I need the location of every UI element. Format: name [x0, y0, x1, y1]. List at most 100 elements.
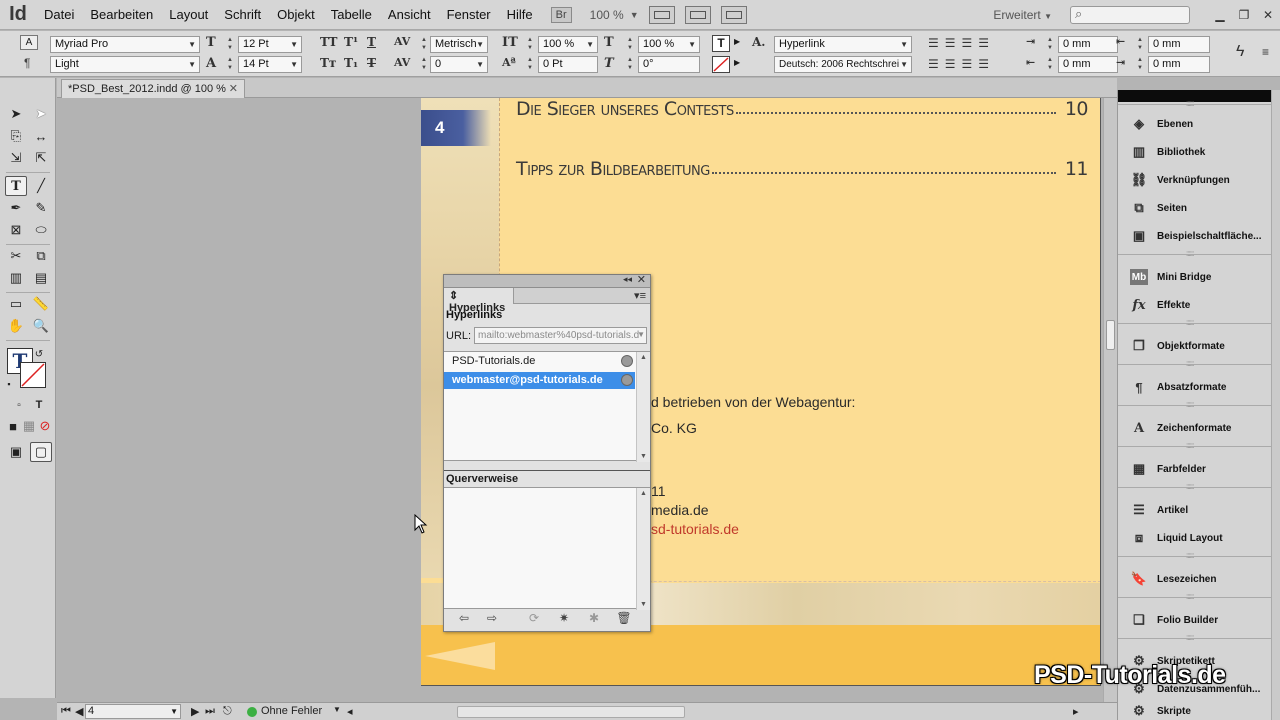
panel-absatzformate[interactable]: ¶ Absatzformate	[1118, 374, 1271, 400]
left-indent-stepper[interactable]: ▲ ▼	[1046, 36, 1054, 53]
vertical-scroll-thumb[interactable]	[1106, 320, 1115, 350]
panel-effekte[interactable]: fx Effekte	[1118, 292, 1271, 318]
panel-artikel[interactable]: ☰ Artikel	[1118, 497, 1271, 523]
panel-liquid-layout[interactable]: ⧈ Liquid Layout	[1118, 525, 1271, 551]
page-tool-icon[interactable]: ⎘	[5, 126, 27, 146]
panel-verknuepfungen[interactable]: ⛓ Verknüpfungen	[1118, 167, 1271, 193]
next-page-icon[interactable]: ▶	[191, 705, 199, 718]
font-family-select[interactable]: Myriad Pro ▼	[50, 36, 200, 53]
stroke-swatch-icon[interactable]	[20, 362, 46, 388]
menu-schrift[interactable]: Schrift	[216, 7, 269, 22]
panel-folio-builder[interactable]: ❏ Folio Builder	[1118, 607, 1271, 633]
direct-selection-tool-icon[interactable]: ➤	[30, 104, 52, 124]
panel-titlebar[interactable]: ◂◂ ✕	[444, 273, 650, 288]
screen-mode-icon[interactable]	[684, 5, 711, 24]
panel-skripte[interactable]: ⚙ Skripte	[1118, 702, 1271, 720]
horizontal-scroll-thumb[interactable]	[457, 706, 685, 718]
stroke-dropdown-icon[interactable]: ▶	[734, 58, 740, 67]
list-scrollbar[interactable]: ▲ ▼	[636, 352, 650, 462]
list-scrollbar[interactable]: ▲ ▼	[636, 488, 650, 610]
search-input[interactable]	[1070, 5, 1190, 24]
font-style-select[interactable]: Light ▼	[50, 56, 200, 73]
open-page-icon[interactable]: ⎋	[223, 705, 232, 718]
vertical-scrollbar[interactable]	[1103, 98, 1117, 702]
menu-layout[interactable]: Layout	[161, 7, 216, 22]
go-to-destination-icon[interactable]: ⇨	[482, 611, 502, 625]
scroll-down-icon[interactable]: ▼	[640, 453, 647, 460]
tracking-field[interactable]: 0 ▼	[430, 56, 488, 73]
zoom-tool-icon[interactable]: 🔍	[30, 316, 52, 336]
gradient-swatch-tool-icon[interactable]: ▥	[5, 268, 27, 288]
previous-page-icon[interactable]: ◀	[75, 705, 83, 718]
scroll-left-icon[interactable]: ◂	[347, 705, 353, 718]
panel-group-grip[interactable]	[1118, 441, 1271, 452]
delete-icon[interactable]: 🗑	[614, 611, 634, 625]
scroll-up-icon[interactable]: ▲	[640, 354, 647, 361]
scroll-up-icon[interactable]: ▲	[640, 490, 647, 497]
first-page-icon[interactable]: ⏮	[61, 705, 71, 718]
panel-group-grip[interactable]	[1118, 359, 1271, 370]
skew-field[interactable]: 0°	[638, 56, 700, 73]
small-caps-icon[interactable]: Tт	[320, 56, 336, 70]
subscript-icon[interactable]: T₁	[344, 56, 358, 70]
last-page-icon[interactable]: ⏭	[205, 705, 215, 718]
close-tab-icon[interactable]: ✕	[229, 82, 238, 95]
arrange-documents-icon[interactable]	[720, 5, 747, 24]
panel-lesezeichen[interactable]: 🔖 Lesezeichen	[1118, 566, 1271, 592]
workspace-select[interactable]: Erweitert ▼	[993, 8, 1052, 22]
panel-group-grip[interactable]	[1118, 99, 1271, 110]
panel-objektformate[interactable]: ❐ Objektformate	[1118, 333, 1271, 359]
align-buttons-row-2[interactable]: ☰☰☰☰	[928, 57, 995, 71]
body-text-link[interactable]: sd-tutorials.de	[651, 521, 739, 537]
panel-group-grip[interactable]	[1118, 400, 1271, 411]
gap-tool-icon[interactable]: ↔	[30, 126, 52, 146]
toc-entry[interactable]: Tipps zur Bildbearbeitung 11	[516, 158, 1089, 180]
first-line-indent-field[interactable]: 0 mm	[1058, 56, 1118, 73]
content-collector-icon[interactable]: ⇲	[5, 148, 27, 168]
create-cross-reference-icon[interactable]: ✱	[584, 611, 604, 625]
panel-beispielschaltflaeche[interactable]: ▣ Beispielschaltfläche...	[1118, 223, 1271, 249]
content-placer-icon[interactable]: ⇱	[30, 148, 52, 168]
last-line-indent-stepper[interactable]: ▲ ▼	[1136, 56, 1144, 73]
menu-datei[interactable]: Datei	[36, 7, 82, 22]
url-dropdown-icon[interactable]: ▼	[637, 330, 645, 339]
panel-ebenen[interactable]: ◈ Ebenen	[1118, 111, 1271, 137]
ellipse-tool-icon[interactable]: ⬭	[30, 220, 52, 240]
apply-none-icon[interactable]: ⊘	[34, 416, 56, 436]
view-options-icon[interactable]	[648, 5, 675, 24]
kerning-stepper[interactable]: ▲ ▼	[420, 36, 428, 53]
selection-tool-icon[interactable]: ➤	[5, 104, 27, 124]
menu-fenster[interactable]: Fenster	[439, 7, 499, 22]
horizontal-scale-field[interactable]: 100 % ▼	[638, 36, 700, 53]
panel-farbfelder[interactable]: ▦ Farbfelder	[1118, 456, 1271, 482]
panel-group-grip[interactable]	[1118, 633, 1271, 644]
default-colors-icon[interactable]: ▪	[2, 374, 16, 394]
panel-group-grip[interactable]	[1118, 249, 1271, 260]
close-icon[interactable]: ✕	[1256, 6, 1280, 24]
url-input[interactable]: mailto:webmaster%40psd-tutorials.d	[474, 327, 647, 344]
scroll-down-icon[interactable]: ▼	[640, 601, 647, 608]
vertical-scale-field[interactable]: 100 % ▼	[538, 36, 598, 53]
tab-hyperlinks[interactable]: ⇕ Hyperlinks	[444, 288, 514, 314]
menu-objekt[interactable]: Objekt	[269, 7, 323, 22]
character-formatting-icon[interactable]: A	[20, 35, 38, 50]
right-indent-field[interactable]: 0 mm	[1148, 36, 1210, 53]
list-item-selected[interactable]: webmaster@psd-tutorials.de	[444, 372, 635, 389]
zoom-level-select[interactable]: 100 %	[590, 8, 624, 22]
dock-topbar[interactable]	[1118, 90, 1271, 102]
panel-bibliothek[interactable]: ▥ Bibliothek	[1118, 139, 1271, 165]
all-caps-icon[interactable]: TT	[320, 35, 337, 49]
dock-scrollbar[interactable]	[1271, 90, 1280, 720]
swap-fill-stroke-icon[interactable]: ↺	[32, 344, 46, 364]
leading-stepper[interactable]: ▲ ▼	[226, 56, 234, 73]
formatting-container-icon[interactable]: ▫	[8, 395, 30, 415]
superscript-icon[interactable]: T¹	[344, 35, 358, 49]
horizontal-scale-stepper[interactable]: ▲ ▼	[626, 36, 634, 53]
normal-view-icon[interactable]: ▣	[5, 442, 27, 462]
language-select[interactable]: Deutsch: 2006 Rechtschrei ▼	[774, 56, 912, 73]
skew-stepper[interactable]: ▲ ▼	[626, 56, 634, 73]
close-panel-icon[interactable]: ✕	[637, 273, 646, 286]
panel-group-grip[interactable]	[1118, 318, 1271, 329]
font-size-stepper[interactable]: ▲ ▼	[226, 36, 234, 53]
line-tool-icon[interactable]: ╱	[30, 176, 52, 196]
